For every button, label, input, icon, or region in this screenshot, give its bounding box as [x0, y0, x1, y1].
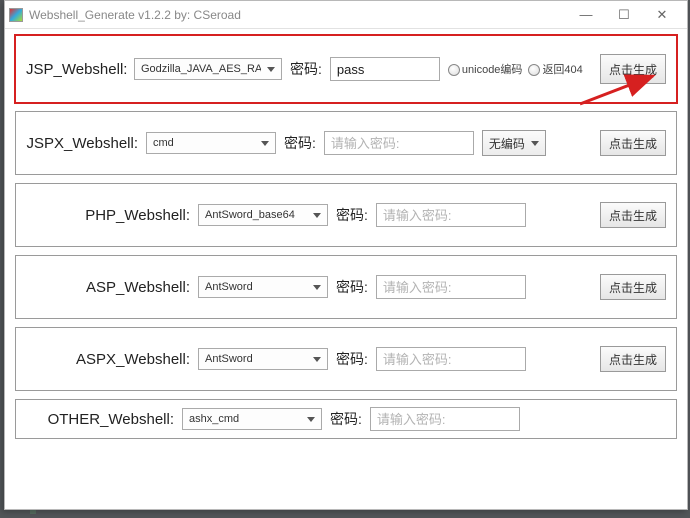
jsp-type-dropdown[interactable]: Godzilla_JAVA_AES_RAW — [134, 58, 282, 80]
other-row: OTHER_Webshell: ashx_cmd 密码: — [15, 399, 677, 439]
php-password-input[interactable] — [376, 203, 526, 227]
jspx-type-dropdown[interactable]: cmd — [146, 132, 276, 154]
aspx-generate-button[interactable]: 点击生成 — [600, 346, 666, 372]
window-title: Webshell_Generate v1.2.2 by: CSeroad — [29, 8, 567, 22]
close-button[interactable]: ✕ — [643, 4, 681, 26]
other-password-label: 密码: — [330, 409, 362, 429]
app-icon — [9, 8, 23, 22]
jspx-password-input[interactable] — [324, 131, 474, 155]
chevron-down-icon — [313, 285, 321, 290]
aspx-type-dropdown[interactable]: AntSword — [198, 348, 328, 370]
jspx-label: JSPX_Webshell: — [26, 135, 138, 152]
chevron-down-icon — [313, 357, 321, 362]
minimize-button[interactable]: — — [567, 4, 605, 26]
asp-label: ASP_Webshell: — [26, 279, 190, 296]
jspx-password-label: 密码: — [284, 133, 316, 153]
jsp-radio-return404[interactable]: 返回404 — [528, 61, 582, 77]
titlebar: Webshell_Generate v1.2.2 by: CSeroad — ☐… — [5, 1, 687, 29]
php-type-value: AntSword_base64 — [205, 209, 307, 221]
aspx-password-label: 密码: — [336, 349, 368, 369]
jsp-password-label: 密码: — [290, 59, 322, 79]
jsp-label: JSP_Webshell: — [26, 61, 126, 78]
php-type-dropdown[interactable]: AntSword_base64 — [198, 204, 328, 226]
asp-password-label: 密码: — [336, 277, 368, 297]
jspx-encoding-value: 无编码 — [489, 135, 525, 152]
asp-type-dropdown[interactable]: AntSword — [198, 276, 328, 298]
jsp-type-value: Godzilla_JAVA_AES_RAW — [141, 63, 261, 75]
maximize-button[interactable]: ☐ — [605, 4, 643, 26]
aspx-password-input[interactable] — [376, 347, 526, 371]
php-label: PHP_Webshell: — [26, 207, 190, 224]
form-area: JSP_Webshell: Godzilla_JAVA_AES_RAW 密码: … — [5, 29, 687, 509]
asp-generate-button[interactable]: 点击生成 — [600, 274, 666, 300]
other-type-value: ashx_cmd — [189, 413, 301, 425]
radio-icon — [528, 64, 540, 76]
chevron-down-icon — [313, 213, 321, 218]
other-label: OTHER_Webshell: — [26, 411, 174, 428]
chevron-down-icon — [261, 141, 269, 146]
jsp-password-input[interactable] — [330, 57, 440, 81]
php-password-label: 密码: — [336, 205, 368, 225]
jspx-encoding-dropdown[interactable]: 无编码 — [482, 130, 546, 156]
php-generate-button[interactable]: 点击生成 — [600, 202, 666, 228]
asp-row: ASP_Webshell: AntSword 密码: 点击生成 — [15, 255, 677, 319]
other-type-dropdown[interactable]: ashx_cmd — [182, 408, 322, 430]
asp-type-value: AntSword — [205, 281, 307, 293]
jsp-radio-unicode[interactable]: unicode编码 — [448, 61, 523, 77]
chevron-down-icon — [531, 141, 539, 146]
jspx-row: JSPX_Webshell: cmd 密码: 无编码 点击生成 — [15, 111, 677, 175]
chevron-down-icon — [267, 67, 275, 72]
asp-password-input[interactable] — [376, 275, 526, 299]
chevron-down-icon — [307, 417, 315, 422]
other-password-input[interactable] — [370, 407, 520, 431]
jsp-options: unicode编码 返回404 — [448, 61, 583, 77]
jspx-generate-button[interactable]: 点击生成 — [600, 130, 666, 156]
app-window: Webshell_Generate v1.2.2 by: CSeroad — ☐… — [4, 0, 688, 510]
aspx-row: ASPX_Webshell: AntSword 密码: 点击生成 — [15, 327, 677, 391]
aspx-label: ASPX_Webshell: — [26, 351, 190, 368]
jspx-type-value: cmd — [153, 137, 255, 149]
aspx-type-value: AntSword — [205, 353, 307, 365]
radio-icon — [448, 64, 460, 76]
jsp-row: JSP_Webshell: Godzilla_JAVA_AES_RAW 密码: … — [15, 35, 677, 103]
jsp-generate-button[interactable]: 点击生成 — [600, 54, 666, 84]
php-row: PHP_Webshell: AntSword_base64 密码: 点击生成 — [15, 183, 677, 247]
